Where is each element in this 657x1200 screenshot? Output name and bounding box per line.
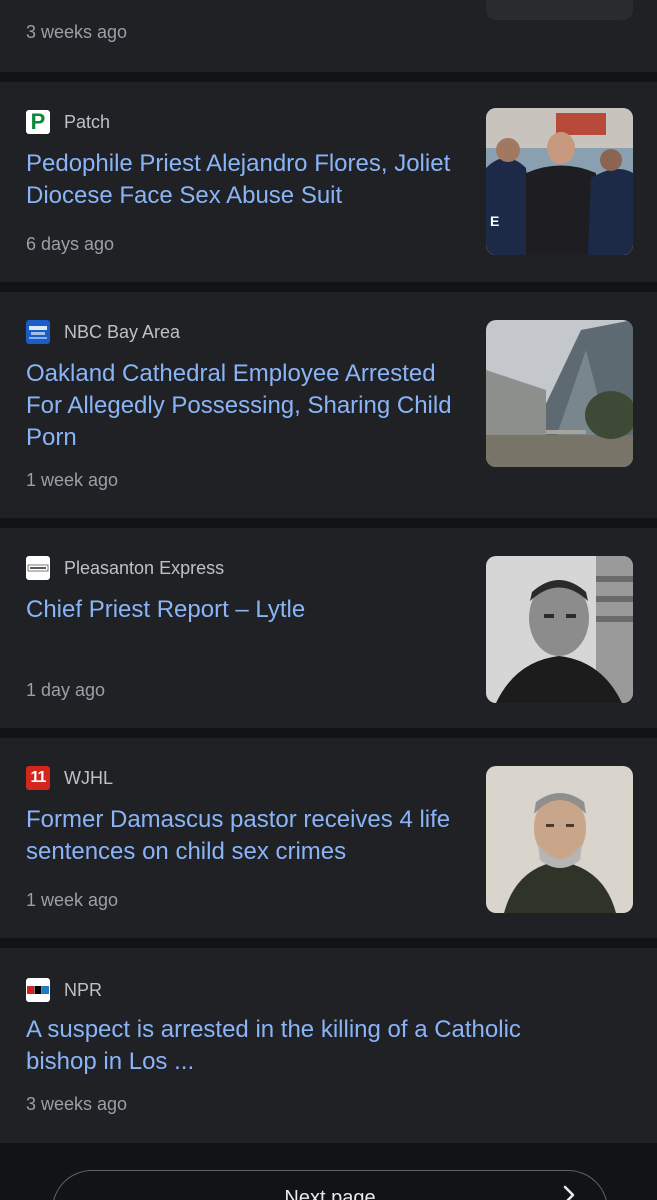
thumbnail-image-cathedral (486, 320, 633, 467)
article-headline[interactable]: Former Damascus pastor receives 4 life s… (26, 804, 456, 868)
article-time: 1 week ago (26, 470, 119, 490)
article-thumbnail[interactable] (486, 0, 633, 20)
article-source: Pleasanton Express (26, 556, 224, 580)
article-thumbnail[interactable] (486, 556, 633, 703)
news-feed: 3 weeks ago P Patch Pedophile Priest Ale… (0, 0, 657, 1200)
source-name: NPR (64, 979, 103, 1000)
next-page-label: Next page (284, 1187, 376, 1200)
article-source: NPR (26, 978, 102, 1002)
article-headline[interactable]: Chief Priest Report – Lytle (26, 594, 456, 626)
patch-logo-icon: P (26, 110, 50, 134)
article-time: 3 weeks ago (26, 1094, 128, 1114)
article-card[interactable]: NPR A suspect is arrested in the killing… (0, 948, 657, 1143)
wjhl-logo-icon: 11 (26, 766, 50, 790)
article-card[interactable]: P Patch Pedophile Priest Alejandro Flore… (0, 82, 657, 282)
thumbnail-image-arrest: E (486, 108, 633, 255)
source-name: Pleasanton Express (64, 557, 225, 578)
source-name: NBC Bay Area (64, 321, 181, 342)
svg-text:E: E (490, 213, 499, 229)
article-source: NBC Bay Area (26, 320, 180, 344)
article-thumbnail[interactable]: E (486, 108, 633, 255)
article-time: 1 week ago (26, 890, 119, 910)
article-source: P Patch (26, 110, 110, 134)
article-headline[interactable]: Pedophile Priest Alejandro Flores, Jolie… (26, 148, 456, 212)
next-page-button[interactable]: Next page (52, 1170, 608, 1200)
article-card[interactable]: 11 WJHL Former Damascus pastor receives … (0, 738, 657, 938)
nbc-bay-area-logo-icon (26, 320, 50, 344)
article-source: 11 WJHL (26, 766, 113, 790)
thumbnail-image-mugshot (486, 766, 633, 913)
article-card[interactable]: NBC Bay Area Oakland Cathedral Employee … (0, 292, 657, 518)
npr-logo-icon (26, 978, 50, 1002)
article-thumbnail[interactable] (486, 766, 633, 913)
source-name: WJHL (64, 767, 113, 788)
source-name: Patch (64, 111, 111, 132)
article-card[interactable]: Pleasanton Express Chief Priest Report –… (0, 528, 657, 728)
article-time: 1 day ago (26, 680, 106, 700)
article-headline[interactable]: A suspect is arrested in the killing of … (26, 1014, 586, 1078)
article-time: 3 weeks ago (26, 22, 128, 42)
article-thumbnail[interactable] (486, 320, 633, 467)
article-headline[interactable]: Oakland Cathedral Employee Arrested For … (26, 358, 456, 454)
article-card-partial[interactable]: 3 weeks ago (0, 0, 657, 72)
article-time: 6 days ago (26, 234, 115, 254)
pleasanton-express-logo-icon (26, 556, 50, 580)
thumbnail-image-portrait (486, 556, 633, 703)
chevron-right-icon (563, 1185, 575, 1200)
